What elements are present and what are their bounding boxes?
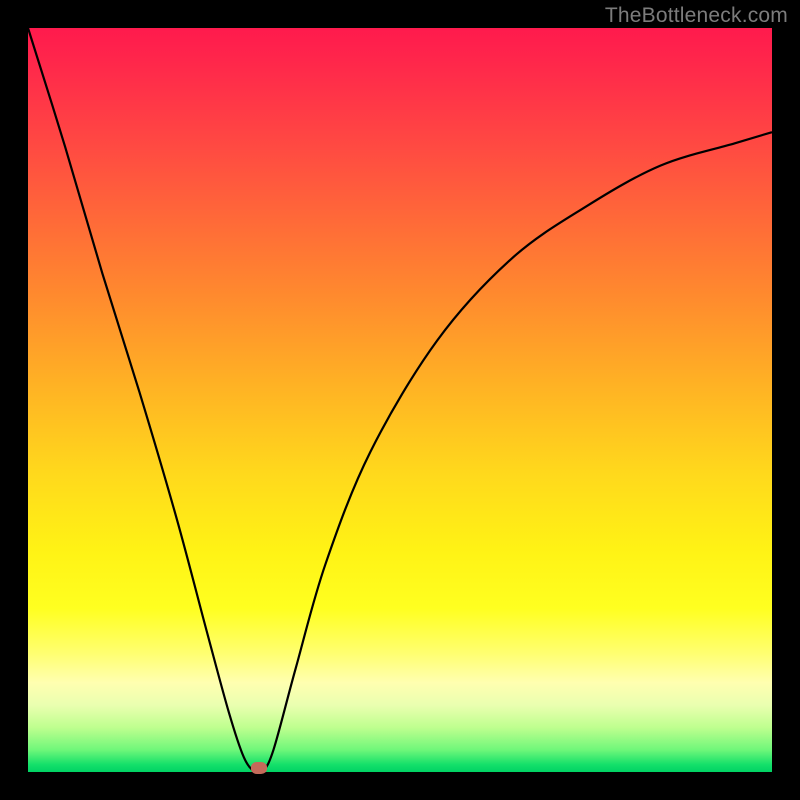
chart-frame: TheBottleneck.com: [0, 0, 800, 800]
watermark-text: TheBottleneck.com: [605, 4, 788, 28]
bottleneck-curve: [28, 28, 772, 772]
plot-area: [28, 28, 772, 772]
optimal-point-marker: [251, 762, 267, 774]
